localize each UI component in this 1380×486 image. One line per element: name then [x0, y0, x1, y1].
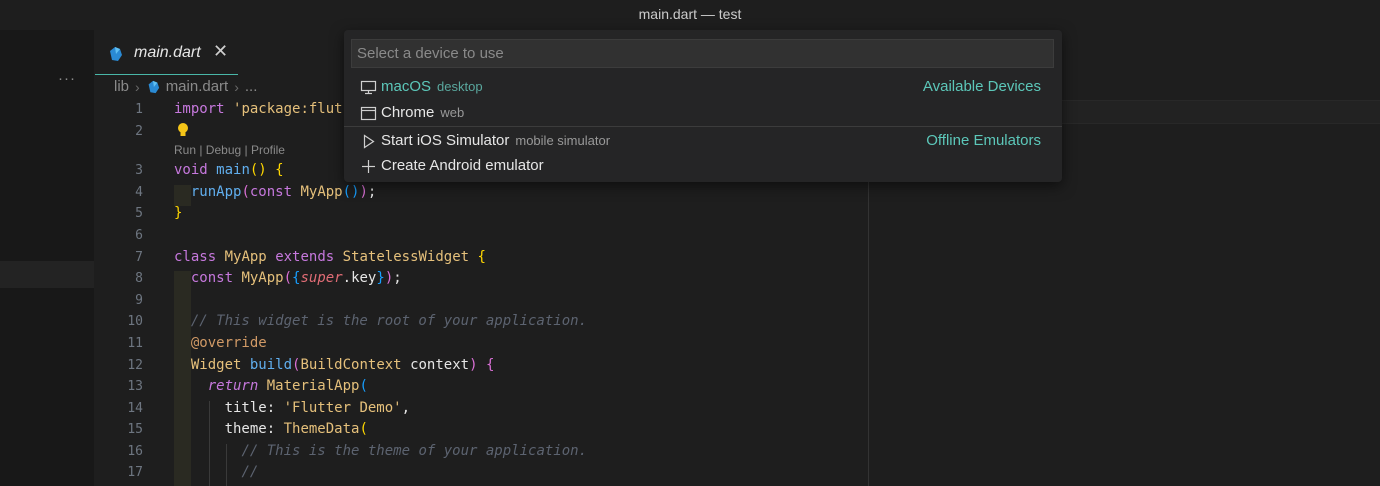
line-number: 8 — [135, 271, 143, 286]
line-number: 6 — [135, 228, 143, 243]
quick-pick-item-macos[interactable]: macOS desktop Available Devices — [344, 75, 1062, 100]
line-number: 12 — [127, 358, 143, 373]
quick-pick-item-label: Chrome web — [381, 104, 465, 121]
editor-ruler — [868, 180, 869, 486]
code-line-11: @override — [190, 335, 267, 351]
line-number: 3 — [135, 163, 143, 178]
line-number: 7 — [135, 250, 143, 265]
code-line-14: title: 'Flutter Demo', — [224, 400, 411, 416]
code-line-8: const MyApp({super.key}); — [190, 270, 402, 286]
breadcrumb-file[interactable]: main.dart — [166, 78, 229, 95]
code-line-13: return MaterialApp( — [207, 378, 368, 394]
lightbulb-icon[interactable] — [176, 122, 190, 138]
line-number: 17 — [127, 465, 143, 480]
code-line-17: // — [241, 464, 259, 480]
line-number: 16 — [127, 444, 143, 459]
line-number: 14 — [127, 401, 143, 416]
tab-label: main.dart — [134, 44, 201, 61]
sidebar: ··· — [0, 30, 94, 486]
play-icon — [363, 134, 375, 149]
line-number: 13 — [127, 379, 143, 394]
device-search-input[interactable]: Select a device to use — [351, 39, 1054, 68]
code-line-12: Widget build(BuildContext context) { — [190, 357, 495, 373]
code-line-5: } — [174, 205, 183, 221]
breadcrumb-more[interactable]: ... — [245, 78, 258, 95]
line-number: 15 — [127, 422, 143, 437]
more-actions-icon[interactable]: ··· — [58, 70, 76, 87]
code-line-3: void main() { — [174, 162, 284, 178]
code-line-7: class MyApp extends StatelessWidget { — [174, 249, 486, 265]
breadcrumb-folder[interactable]: lib — [114, 78, 129, 95]
quick-pick-item-label: macOS desktop — [381, 78, 483, 95]
breadcrumb: lib › main.dart › ... — [114, 78, 257, 95]
quick-pick-item-chrome[interactable]: Chrome web — [344, 101, 1062, 126]
quick-pick-separator — [344, 126, 1062, 127]
dart-file-icon — [148, 80, 159, 93]
quick-pick-item-label: Start iOS Simulator mobile simulator — [381, 132, 611, 149]
code-line-10: // This widget is the root of your appli… — [190, 313, 588, 329]
monitor-icon — [360, 80, 377, 95]
line-number: 5 — [135, 206, 143, 221]
line-number: 4 — [135, 185, 143, 200]
tab-main-dart[interactable]: main.dart ✕ — [95, 36, 238, 75]
code-line-4: runApp(const MyApp()); — [190, 184, 377, 200]
quick-pick-item-create-android-emulator[interactable]: Create Android emulator — [344, 154, 1062, 179]
chevron-right-icon: › — [234, 78, 239, 95]
line-number: 10 — [127, 314, 143, 329]
group-label-offline-emulators: Offline Emulators — [926, 132, 1041, 149]
browser-window-icon — [360, 106, 377, 121]
close-icon[interactable]: ✕ — [213, 41, 228, 62]
group-label-available-devices: Available Devices — [922, 78, 1041, 95]
line-number: 9 — [135, 293, 143, 308]
device-quick-pick: Select a device to use macOS desktop Avai… — [344, 30, 1062, 182]
quick-pick-item-start-ios-simulator[interactable]: Start iOS Simulator mobile simulator Offl… — [344, 129, 1062, 154]
line-number: 1 — [135, 102, 143, 117]
code-line-16: // This is the theme of your application… — [241, 443, 588, 459]
plus-icon — [362, 160, 375, 173]
codelens-run-debug-profile[interactable]: Run | Debug | Profile — [174, 143, 285, 157]
line-number: 2 — [135, 124, 143, 139]
code-line-15: theme: ThemeData( — [224, 421, 368, 437]
code-line-1: import 'package:flut — [174, 101, 343, 117]
chevron-right-icon: › — [135, 78, 140, 95]
window-title: main.dart — test — [0, 0, 1380, 30]
line-number: 11 — [127, 336, 143, 351]
dart-file-icon — [110, 47, 122, 61]
quick-pick-item-label: Create Android emulator — [381, 157, 544, 174]
sidebar-selected-row[interactable] — [0, 261, 94, 288]
